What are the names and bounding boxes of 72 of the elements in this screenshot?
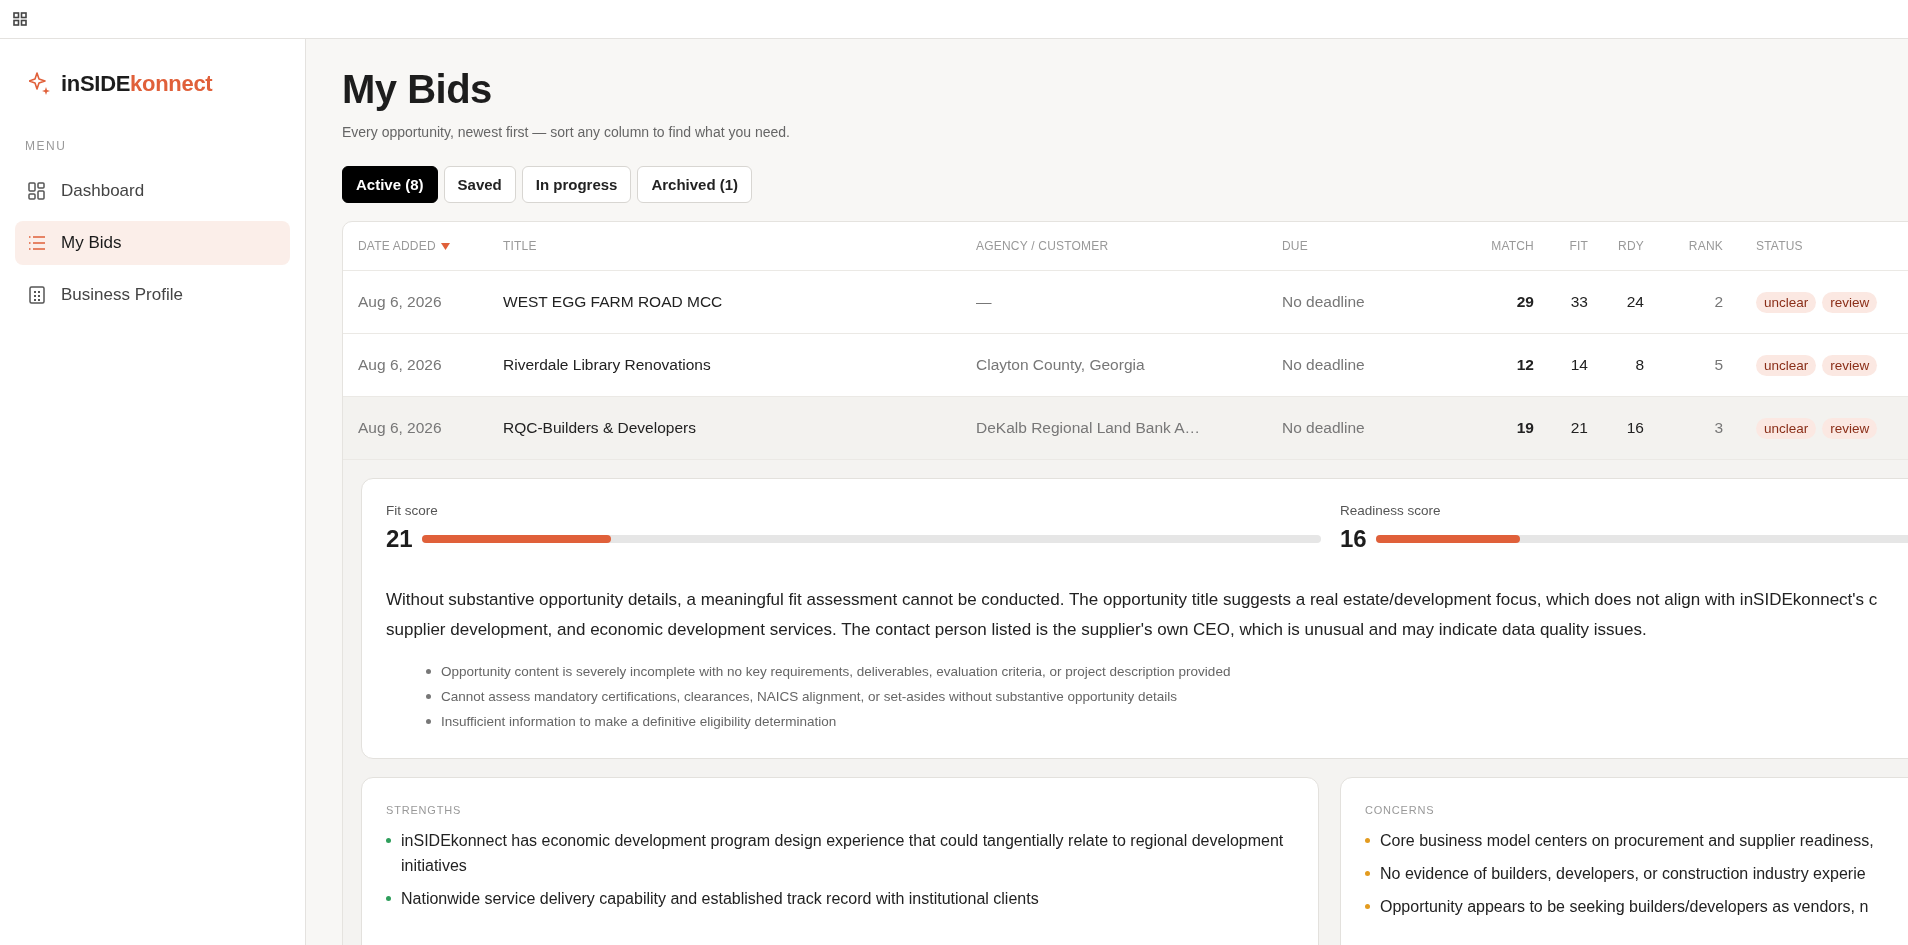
score-label: Readiness score bbox=[1340, 503, 1441, 518]
sparkle-logo-icon bbox=[29, 72, 51, 96]
apps-grid-icon[interactable] bbox=[13, 12, 27, 26]
strength-item: Nationwide service delivery capability and established track record with institutional clients bbox=[401, 889, 1039, 909]
filter-tab[interactable]: Active (8) bbox=[342, 166, 438, 203]
bullet-dot-icon bbox=[426, 669, 431, 674]
table-cell-text: Aug 6, 2026 bbox=[358, 356, 443, 374]
assessment-summary: Without substantive opportunity details, a meaningful fit assessment cannot be conducted. The opportunity title suggests a real estate/development focus, which does not align with inSIDEkonnect's c supplier development, and economic development services. The contact person listed is the supplier's own CEO, which is unusual and may indicate data quality issues. bbox=[386, 589, 1879, 641]
status-tag: review bbox=[1822, 354, 1878, 376]
page-title: My Bids bbox=[342, 67, 492, 112]
concern-item: No evidence of builders, developers, or construction industry experie bbox=[1380, 864, 1866, 884]
score-value: 16 bbox=[1340, 525, 1364, 553]
sidebar-item[interactable]: Dashboard bbox=[15, 169, 290, 213]
status-tag: unclear bbox=[1756, 354, 1817, 376]
card-heading: CONCERNS bbox=[1365, 804, 1435, 816]
table-cell-text: RQC-Builders & Developers bbox=[503, 419, 697, 437]
filter-tab[interactable]: Archived (1) bbox=[637, 166, 753, 203]
sidebar-item[interactable]: Business Profile bbox=[15, 273, 290, 317]
bullet-dot-icon bbox=[1365, 838, 1370, 843]
dashboard-grid-icon bbox=[28, 182, 46, 200]
building-icon bbox=[28, 286, 46, 304]
table-cell-text: Aug 6, 2026 bbox=[358, 419, 443, 437]
status-tag: review bbox=[1822, 291, 1878, 313]
assessment-note: Cannot assess mandatory certifications, clearances, NAICS alignment, or set-asides without substantive opportunity details bbox=[441, 688, 1178, 706]
score-value: 21 bbox=[386, 525, 410, 553]
table-cell: 12 bbox=[1516, 356, 1534, 374]
table-row[interactable]: Aug 6, 2026 WEST EGG FARM ROAD MCC — No deadline 29 33 24 2 unclear review bbox=[343, 271, 1908, 334]
table-cell-text: No deadline bbox=[1282, 293, 1366, 311]
status-tag: unclear bbox=[1756, 291, 1817, 313]
strength-item: inSIDEkonnect has economic development program design experience that could tangentially relate to regional development initiatives bbox=[401, 831, 1285, 876]
table-cell-text: Clayton County, Georgia bbox=[976, 356, 1146, 374]
table-cell-text: No deadline bbox=[1282, 419, 1366, 437]
filter-tab[interactable]: Saved bbox=[443, 166, 516, 203]
assessment-note: Insufficient information to make a definitive eligibility determination bbox=[441, 713, 837, 731]
table-cell: 19 bbox=[1516, 419, 1534, 437]
table-cell-text: No deadline bbox=[1282, 356, 1366, 374]
table-cell-text: WEST EGG FARM ROAD MCC bbox=[503, 293, 724, 311]
status-tag: review bbox=[1822, 417, 1878, 439]
filter-tab[interactable]: In progress bbox=[521, 166, 632, 203]
table-cell: 33 bbox=[1570, 293, 1588, 311]
sidebar-item[interactable]: My Bids bbox=[15, 221, 290, 265]
table-cell: 14 bbox=[1570, 356, 1588, 374]
table-cell: 29 bbox=[1516, 293, 1534, 311]
concern-item: Core business model centers on procurement and supplier readiness, bbox=[1380, 831, 1874, 851]
list-icon bbox=[28, 234, 46, 252]
card-heading: STRENGTHS bbox=[386, 804, 462, 816]
table-cell: 3 bbox=[1714, 419, 1723, 437]
bullet-dot-icon bbox=[1365, 904, 1370, 909]
menu-section-label: MENU bbox=[24, 139, 68, 153]
table-cell-text: DeKalb Regional Land Bank A… bbox=[976, 419, 1202, 437]
sort-descending-icon bbox=[440, 241, 450, 251]
status-tag: unclear bbox=[1756, 417, 1817, 439]
assessment-note: Opportunity content is severely incomplete with no key requirements, deliverables, evaluation criteria, or project description provided bbox=[441, 663, 1231, 681]
bullet-dot-icon bbox=[426, 719, 431, 724]
bullet-dot-icon bbox=[1365, 871, 1370, 876]
table-cell: 24 bbox=[1626, 293, 1644, 311]
table-cell: 8 bbox=[1635, 356, 1644, 374]
score-label: Fit score bbox=[386, 503, 438, 518]
concern-item: Opportunity appears to be seeking builders/developers as vendors, n bbox=[1380, 897, 1869, 917]
bullet-dot-icon bbox=[386, 896, 391, 901]
table-cell-text: — bbox=[976, 293, 993, 311]
brand-name: inSIDEkonnect bbox=[61, 71, 213, 97]
page-subtitle: Every opportunity, newest first — sort any column to find what you need. bbox=[342, 124, 790, 140]
table-cell: 16 bbox=[1626, 419, 1644, 437]
table-row[interactable]: Aug 6, 2026 RQC-Builders & Developers DeKalb Regional Land Bank A… No deadline 19 21 16 3 unclear review bbox=[343, 397, 1908, 460]
table-cell: 2 bbox=[1714, 293, 1723, 311]
table-cell-text: Riverdale Library Renovations bbox=[503, 356, 712, 374]
table-cell: 21 bbox=[1570, 419, 1588, 437]
table-cell-text: Aug 6, 2026 bbox=[358, 293, 443, 311]
table-cell: 5 bbox=[1714, 356, 1723, 374]
bullet-dot-icon bbox=[386, 838, 391, 843]
bullet-dot-icon bbox=[426, 694, 431, 699]
